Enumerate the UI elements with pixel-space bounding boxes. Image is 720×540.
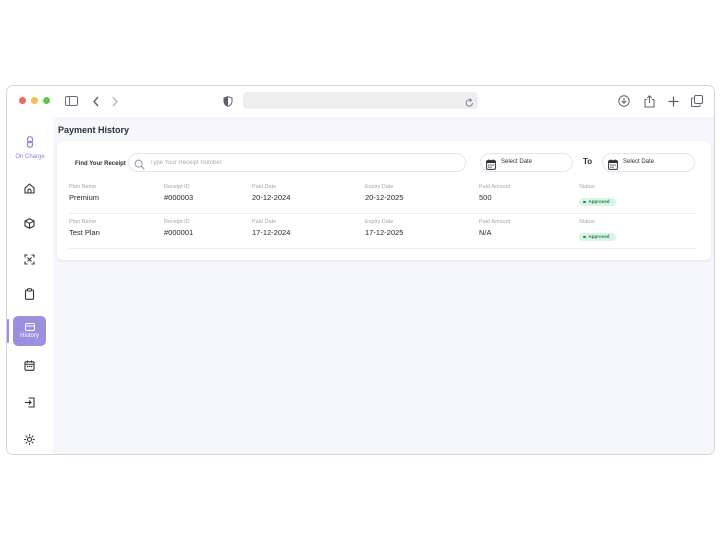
receipt-label: Receipt ID [164,184,190,190]
calendar-icon [486,157,496,175]
new-tab-icon[interactable] [664,92,682,110]
plan-cell: Plan Name Test Plan [69,219,100,237]
amount-label: Paid Amount [479,184,511,190]
sidebar: On Charge History [7,117,53,454]
status-cell: Status Approved [579,219,616,243]
amount-value: N/A [479,228,492,237]
payment-history-card: Find Your Receipt Select Date To [57,141,711,260]
receipt-cell: Receipt ID #000003 [164,184,193,202]
expiry-date-cell: Expiry Date 17-12-2025 [365,219,403,237]
calendar-icon [608,157,618,175]
expiry-date-label: Expiry Date [365,219,394,225]
paid-date-value: 20-12-2024 [252,193,291,202]
expiry-date-cell: Expiry Date 20-12-2025 [365,184,403,202]
home-icon [23,182,35,194]
receipt-search[interactable] [128,153,466,172]
main-panel: Payment History Find Your Receipt Select… [53,117,714,454]
box-icon [23,217,35,229]
status-dot-icon [583,200,586,203]
receipt-value: #000003 [164,193,194,202]
sidebar-item-orders[interactable] [19,284,39,304]
app-content: On Charge History Payment History Find Y… [7,117,714,454]
forward-icon[interactable] [106,92,124,110]
paid-date-cell: Paid Date 20-12-2024 [252,184,290,202]
sidebar-item-history[interactable]: History [13,316,46,346]
to-date-picker[interactable]: Select Date [602,153,695,172]
close-window-button[interactable] [19,97,26,104]
receipt-value: #000001 [164,228,194,237]
receipt-label: Receipt ID [164,219,190,225]
clipboard-icon [24,288,34,300]
share-icon[interactable] [640,92,658,110]
sun-icon [23,433,35,445]
sidebar-item-calendar[interactable] [19,355,39,375]
status-cell: Status Approved [579,184,616,208]
plan-value: Premium [69,193,100,202]
status-label: Status [579,184,595,190]
active-nav-indicator [7,319,9,343]
status-badge: Approved [579,197,616,206]
table-row[interactable]: Plan Name Premium Receipt ID #000003 Pai… [69,181,697,214]
table-row[interactable]: Plan Name Test Plan Receipt ID #000001 P… [69,216,697,249]
sidebar-item-label: History [20,333,39,339]
from-date-text: Select Date [501,159,533,165]
download-icon[interactable] [615,92,633,110]
paid-date-value: 17-12-2024 [252,228,291,237]
find-receipt-label: Find Your Receipt [75,161,126,167]
sidebar-item-scan[interactable] [19,249,39,269]
paid-date-label: Paid Date [252,219,277,225]
back-icon[interactable] [87,92,105,110]
status-dot-icon [583,235,586,238]
scan-icon [23,253,35,265]
expiry-date-value: 17-12-2025 [365,228,404,237]
plan-label: Plan Name [69,219,97,225]
brand-logo[interactable]: On Charge [7,135,53,160]
expiry-date-label: Expiry Date [365,184,394,190]
to-date-text: Select Date [623,159,655,165]
receipt-cell: Receipt ID #000001 [164,219,193,237]
sidebar-item-packages[interactable] [19,213,39,233]
expiry-date-value: 20-12-2025 [365,193,404,202]
calendar-icon [23,360,35,371]
amount-cell: Paid Amount N/A [479,219,510,237]
amount-value: 500 [479,193,492,202]
from-date-picker[interactable]: Select Date [480,153,573,172]
shield-icon[interactable] [219,92,237,110]
sidebar-item-home[interactable] [19,178,39,198]
login-icon [24,396,35,408]
browser-window: On Charge History Payment History Find Y… [6,85,715,455]
paid-date-label: Paid Date [252,184,277,190]
minimize-window-button[interactable] [31,97,38,104]
status-label: Status [579,219,595,225]
tabs-overview-icon[interactable] [688,92,706,110]
brand-name: On Charge [15,154,45,160]
page-title: Payment History [58,125,130,135]
maximize-window-button[interactable] [43,97,50,104]
plan-label: Plan Name [69,184,97,190]
reload-icon[interactable] [465,95,474,113]
receipt-search-input[interactable] [150,157,450,169]
sidebar-item-login[interactable] [19,392,39,412]
plan-cell: Plan Name Premium [69,184,99,202]
address-bar[interactable] [243,92,478,109]
link-icon [26,136,34,148]
status-text: Approved [588,234,610,240]
amount-label: Paid Amount [479,219,511,225]
amount-cell: Paid Amount 500 [479,184,510,202]
search-icon [134,157,145,175]
sidebar-item-settings[interactable] [19,429,39,449]
card-icon [24,323,35,331]
status-badge: Approved [579,232,616,241]
sidebar-toggle-icon[interactable] [62,92,80,110]
browser-toolbar [7,86,714,117]
plan-value: Test Plan [69,228,100,237]
to-label: To [583,157,593,166]
paid-date-cell: Paid Date 17-12-2024 [252,219,290,237]
status-text: Approved [588,199,610,205]
